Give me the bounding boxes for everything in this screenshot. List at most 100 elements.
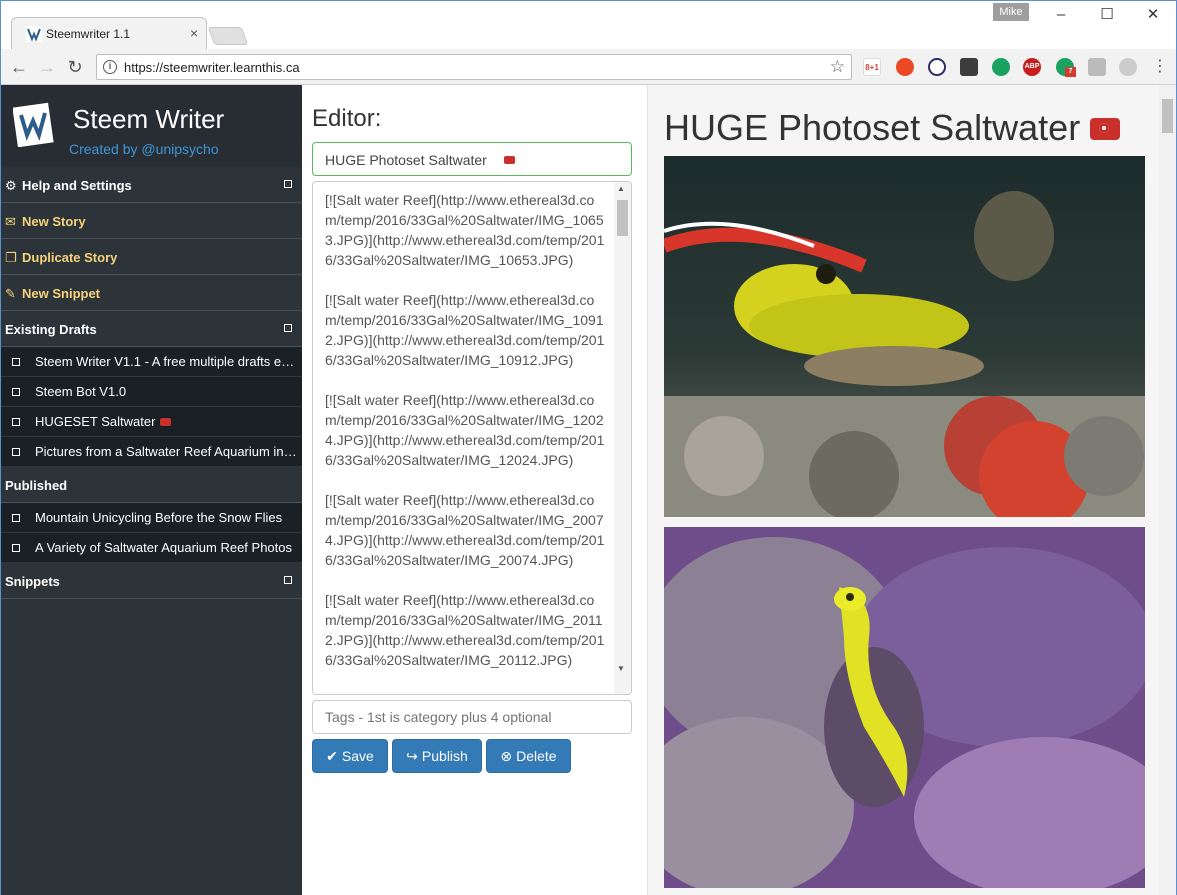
preview-title-text: HUGE Photoset Saltwater [664,107,1081,148]
textarea-scroll-thumb[interactable] [617,200,628,236]
expand-square-icon [284,180,292,188]
browser-menu-icon[interactable]: ⋮ [1149,56,1171,78]
published-title: Mountain Unicycling Before the Snow Flie… [35,510,283,525]
expand-square-icon [284,576,292,584]
camera-icon [1090,118,1121,140]
delete-label: Delete [516,748,557,764]
title-bar: Steemwriter 1.1 × Mike – ☐ ✕ [1,1,1176,49]
editor-panel: Editor: HUGE Photoset Saltwater [![Salt … [302,85,647,895]
preview-title: HUGE Photoset Saltwater [664,107,1121,149]
steem-logo-icon [13,102,54,147]
url-text[interactable]: https://steemwriter.learnthis.ca [124,60,300,75]
snippets-menu[interactable]: Snippets [1,563,302,599]
title-input-value: HUGE Photoset Saltwater [325,152,487,168]
hangouts-icon[interactable] [992,58,1010,76]
envelope-icon: ✉ [5,214,16,229]
brand-title: Steem Writer [73,104,225,134]
tab-title: Steemwriter 1.1 [46,27,131,41]
badge-extension-icon[interactable]: 7 [1056,58,1076,77]
published-item[interactable]: A Variety of Saltwater Aquarium Reef Pho… [1,533,302,563]
close-window-button[interactable]: ✕ [1143,5,1163,25]
new-snippet-label: New Snippet [22,286,101,301]
published-label: Published [5,478,68,493]
draft-title: Steem Writer V1.1 - A free multiple draf… [35,354,297,369]
draft-title: HUGESET Saltwater [35,414,156,429]
square-bullet-icon [12,544,20,552]
square-bullet-icon [12,388,20,396]
publish-label: Publish [421,748,468,764]
forward-button[interactable]: → [36,56,58,78]
minimize-button[interactable]: – [1051,5,1071,25]
new-snippet-menu[interactable]: ✎ New Snippet [1,275,302,311]
draft-item[interactable]: Steem Writer V1.1 - A free multiple draf… [1,347,302,377]
browser-window: Steemwriter 1.1 × Mike – ☐ ✕ ← → ↻ i htt… [0,0,1177,895]
gear-icon: ⚙ [5,178,17,193]
steemwriter-favicon-icon [26,26,42,42]
new-story-menu[interactable]: ✉ New Story [1,203,302,239]
copy-icon: ❐ [5,250,17,265]
draft-title: Pictures from a Saltwater Reef Aquarium … [35,444,297,459]
puzzle-extension-icon[interactable] [960,58,978,76]
page-scroll-thumb[interactable] [1162,99,1173,133]
square-bullet-icon [12,358,20,366]
site-info-icon[interactable]: i [103,60,117,74]
delete-button[interactable]: ⊗ Delete [486,739,571,773]
download-icon[interactable] [1119,58,1137,76]
reef-photo-goby [664,156,1145,517]
existing-drafts-menu[interactable]: Existing Drafts [1,311,302,347]
tab-close-icon[interactable]: × [190,25,198,41]
published-item[interactable]: Mountain Unicycling Before the Snow Flie… [1,503,302,533]
published-menu[interactable]: Published [1,467,302,503]
draft-item[interactable]: HUGESET Saltwater [1,407,302,437]
adblock-plus-icon[interactable]: ABP [1023,58,1041,76]
existing-drafts-label: Existing Drafts [5,322,97,337]
times-circle-icon: ⊗ [500,748,513,764]
publish-button[interactable]: ↪ Publish [392,739,482,773]
google-plus-one-icon[interactable]: 8+1 [863,58,881,76]
save-label: Save [341,748,374,764]
scroll-up-icon[interactable]: ▲ [617,184,625,193]
brand-header: Steem Writer Created by @unipsycho [1,85,302,167]
square-bullet-icon [12,448,20,456]
new-tab-button[interactable] [207,27,249,45]
reef-photo-rock [664,527,1145,888]
editor-heading: Editor: [312,105,382,132]
stumbleupon-icon[interactable] [896,58,914,76]
save-button[interactable]: ✔ Save [312,739,388,773]
profile-badge[interactable]: Mike [993,3,1029,21]
duplicate-story-menu[interactable]: ❐ Duplicate Story [1,239,302,275]
body-textarea[interactable]: [![Salt water Reef](http://www.ethereal3… [312,181,632,695]
body-text: [![Salt water Reef](http://www.ethereal3… [325,192,605,668]
address-bar[interactable]: i https://steemwriter.learnthis.ca ☆ [96,54,852,80]
reload-button[interactable]: ↻ [64,56,86,78]
bookmark-star-icon[interactable]: ☆ [830,57,845,77]
published-title: A Variety of Saltwater Aquarium Reef Pho… [35,540,293,555]
tags-input[interactable] [312,700,632,734]
camera-icon [160,418,172,426]
page-scrollbar[interactable] [1159,85,1176,895]
maximize-button[interactable]: ☐ [1097,5,1117,25]
draft-item[interactable]: Steem Bot V1.0 [1,377,302,407]
new-story-label: New Story [22,214,86,229]
sidebar: Steem Writer Created by @unipsycho ⚙ Help… [1,85,302,895]
grey-extension-icon[interactable] [1088,58,1106,76]
browser-tab[interactable]: Steemwriter 1.1 × [11,17,207,49]
square-bullet-icon [12,514,20,522]
pencil-icon: ✎ [5,286,16,301]
camera-icon [504,156,515,164]
extension-badge-count: 7 [1065,67,1076,77]
title-input[interactable]: HUGE Photoset Saltwater [312,142,632,176]
scroll-down-icon[interactable]: ▼ [617,664,625,673]
lastpass-icon[interactable] [928,58,946,76]
check-circle-icon: ✔ [326,748,338,764]
help-settings-menu[interactable]: ⚙ Help and Settings [1,167,302,203]
textarea-scrollbar[interactable]: ▲ ▼ [614,182,631,694]
brand-subtitle[interactable]: Created by @unipsycho [69,141,219,157]
help-settings-label: Help and Settings [22,178,132,193]
duplicate-story-label: Duplicate Story [22,250,118,265]
draft-item[interactable]: Pictures from a Saltwater Reef Aquarium … [1,437,302,467]
draft-title: Steem Bot V1.0 [35,384,127,399]
back-button[interactable]: ← [8,56,30,78]
preview-panel: HUGE Photoset Saltwater [647,85,1159,895]
snippets-label: Snippets [5,574,60,589]
